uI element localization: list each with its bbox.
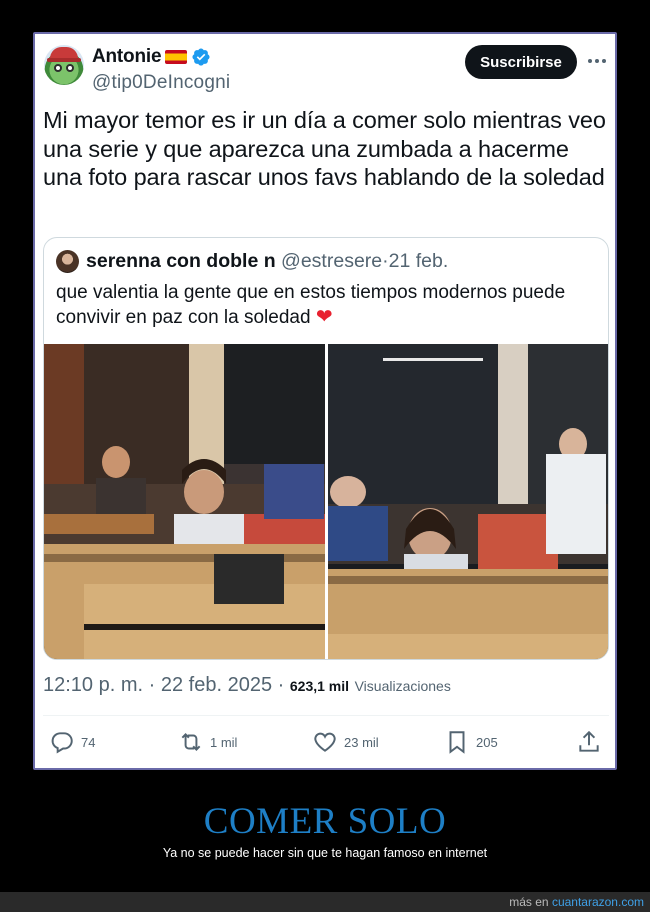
quoted-tweet[interactable]: serenna con doble n @estresere·21 feb. q… bbox=[43, 237, 609, 660]
quoted-photo-right[interactable] bbox=[328, 344, 608, 659]
post-meta: 12:10 p. m. · 22 feb. 2025 · 623,1 mil V… bbox=[43, 674, 451, 697]
quoted-author-handle[interactable]: @estresere bbox=[281, 250, 382, 272]
reply-count: 74 bbox=[81, 734, 96, 750]
repost-count: 1 mil bbox=[210, 734, 238, 750]
reply-button[interactable]: 74 bbox=[49, 724, 95, 760]
quoted-author-avatar[interactable] bbox=[56, 250, 79, 273]
subscribe-button[interactable]: Suscribirse bbox=[465, 45, 577, 79]
heart-emoji-icon: ❤ bbox=[315, 306, 333, 328]
bookmark-count: 205 bbox=[476, 734, 498, 750]
post-date-separator: · bbox=[148, 674, 156, 696]
spain-flag-icon bbox=[165, 50, 188, 64]
post-time[interactable]: 12:10 p. m. bbox=[43, 674, 143, 696]
share-button[interactable] bbox=[576, 724, 602, 760]
reply-icon bbox=[51, 732, 73, 754]
bookmark-button[interactable]: 205 bbox=[444, 724, 498, 760]
banner-title: COMER SOLO bbox=[203, 801, 447, 842]
views-label: Visualizaciones bbox=[354, 678, 451, 694]
footer-site-link[interactable]: cuantarazon.com bbox=[552, 895, 644, 909]
footer-text: más en cuantarazon.com bbox=[509, 895, 644, 909]
quoted-author-name[interactable]: serenna con doble n bbox=[86, 250, 276, 272]
post-date[interactable]: 22 feb. 2025 bbox=[161, 674, 272, 696]
like-button[interactable]: 23 mil bbox=[312, 724, 379, 760]
share-icon bbox=[579, 730, 599, 752]
repost-icon bbox=[181, 733, 201, 751]
post-date-separator-2: · bbox=[277, 674, 285, 696]
footer-prefix: más en bbox=[509, 895, 549, 909]
tweet-text: Mi mayor temor es ir un día a comer solo… bbox=[43, 107, 606, 190]
quoted-header: serenna con doble n @estresere·21 feb. bbox=[86, 250, 448, 273]
views-count: 623,1 mil bbox=[289, 678, 350, 694]
tweet-card: Antonie @tip0DeIncogni Suscribirse Mi ma… bbox=[33, 32, 617, 770]
actions-divider bbox=[43, 715, 609, 716]
author-display-name[interactable]: Antonie bbox=[92, 46, 162, 68]
quoted-date[interactable]: 21 feb. bbox=[389, 250, 449, 272]
quoted-text: que valentia la gente que en estos tiemp… bbox=[56, 280, 596, 330]
author-avatar[interactable] bbox=[44, 45, 84, 85]
author-handle[interactable]: @tip0DeIncogni bbox=[92, 72, 230, 94]
more-dots-icon[interactable] bbox=[584, 51, 610, 71]
quoted-photo-left[interactable] bbox=[44, 344, 325, 659]
like-count: 23 mil bbox=[344, 734, 379, 750]
action-bar: 74 1 mil 23 mil 205 bbox=[35, 724, 619, 760]
like-icon bbox=[314, 732, 336, 752]
footer-bar: más en cuantarazon.com bbox=[0, 892, 650, 912]
banner-subtitle: Ya no se puede hacer sin que te hagan fa… bbox=[162, 846, 488, 860]
quoted-text-body: que valentia la gente que en estos tiemp… bbox=[56, 282, 566, 328]
verified-badge-icon bbox=[192, 48, 210, 66]
repost-button[interactable]: 1 mil bbox=[178, 724, 237, 760]
bookmark-icon bbox=[449, 731, 465, 754]
author-name-row: Antonie bbox=[92, 46, 211, 68]
